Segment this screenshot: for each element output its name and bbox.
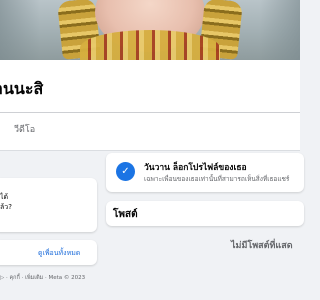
profile-header: านนะสิ วีดีโอ <box>0 60 300 151</box>
profile-lock-description: เฉพาะเพื่อนของเธอเท่านั้นที่สามารถเห็นสิ… <box>144 175 290 183</box>
see-all-friends-link[interactable]: ดูเพื่อนทั้งหมด <box>38 248 80 259</box>
profile-lock-title: วันวาน ล็อกโปรไฟล์ของเธอ <box>144 163 247 173</box>
no-posts-message: ไม่มีโพสต์ที่แสด <box>231 241 293 251</box>
cover-photo[interactable] <box>0 0 300 60</box>
intro-card: ได้ ล้ว? <box>0 178 97 232</box>
tab-videos[interactable]: วีดีโอ <box>14 122 35 136</box>
intro-line: ล้ว? <box>0 203 12 211</box>
shield-icon: ✓ <box>116 162 135 181</box>
cover-shade-right <box>260 0 300 60</box>
profile-lock-card: ✓ วันวาน ล็อกโปรไฟล์ของเธอ เฉพาะเพื่อนขอ… <box>106 153 304 192</box>
friends-card: ดูเพื่อนทั้งหมด <box>0 240 97 265</box>
footer-links[interactable]: ▷ · คุกกี้ · เพิ่มเติม · Meta © 2023 <box>0 274 85 282</box>
profile-name: านนะสิ <box>0 79 44 98</box>
cover-necklace <box>80 30 220 60</box>
header-divider <box>0 112 300 113</box>
posts-title: โพสต์ <box>113 209 138 220</box>
posts-card: โพสต์ <box>106 201 304 226</box>
cover-shade-left <box>0 0 40 60</box>
